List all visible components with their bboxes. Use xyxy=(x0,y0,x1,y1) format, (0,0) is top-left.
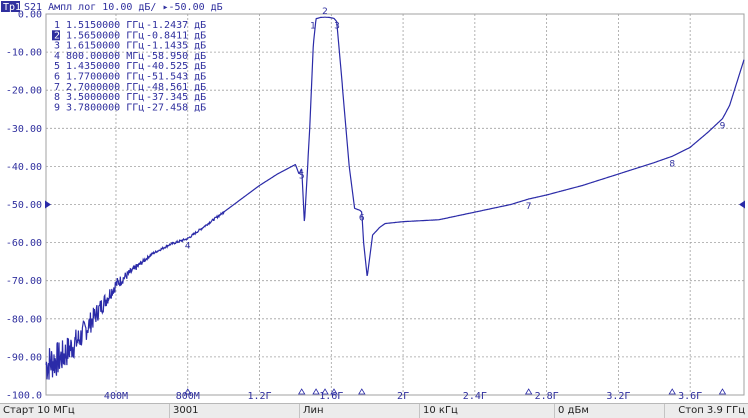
marker-label[interactable]: 2 xyxy=(322,7,328,17)
sweep-type[interactable]: Лин xyxy=(300,404,420,418)
y-tick-label: -30.00 xyxy=(6,124,42,135)
x-tick-label: 2Г xyxy=(397,391,409,402)
trace-tag[interactable]: Тр1 xyxy=(3,2,21,13)
ref-arrow-left-icon xyxy=(45,200,51,209)
x-tick-label: 2.8Г xyxy=(535,391,559,402)
status-bar: Старт 10 МГц 3001 Лин 10 кГц 0 дБм Стоп … xyxy=(0,403,748,418)
marker-value: -27.458 дБ xyxy=(146,102,206,113)
x-tick-label: 3.2Г xyxy=(606,391,630,402)
if-bandwidth[interactable]: 10 кГц xyxy=(420,404,555,418)
marker-triangle-icon xyxy=(524,388,533,395)
y-tick-label: -10.00 xyxy=(6,48,42,59)
start-frequency[interactable]: Старт 10 МГц xyxy=(0,404,170,418)
power-level[interactable]: 0 дБм xyxy=(555,404,665,418)
marker-triangle-icon xyxy=(312,388,320,395)
y-tick-label: -60.00 xyxy=(6,238,42,249)
marker-triangle-icon xyxy=(297,388,306,395)
x-tick-label: 2.4Г xyxy=(463,391,487,402)
y-tick-label: -20.00 xyxy=(6,86,42,97)
x-tick-label: 1.2Г xyxy=(247,391,271,402)
y-tick-label: -70.00 xyxy=(6,276,42,287)
y-tick-label: -100.0 xyxy=(6,391,42,402)
marker-label[interactable]: 6 xyxy=(359,213,365,223)
ref-arrow-right-icon xyxy=(739,200,745,209)
x-tick-label: 400М xyxy=(104,391,128,402)
y-axis-ticks: 0.00-10.00-20.00-30.00-40.00-50.00-60.00… xyxy=(6,10,42,402)
x-axis-ticks: 400М 800М 1.2Г 1.6Г 2Г 2.4Г 2.8Г 3.2Г 3.6Г xyxy=(104,391,702,402)
y-tick-label: -90.00 xyxy=(6,352,42,363)
marker-label[interactable]: 8 xyxy=(669,159,675,169)
x-tick-label: 800М xyxy=(176,391,200,402)
marker-triangle-icon xyxy=(718,388,727,395)
trace-info[interactable]: S21 Ампл лог 10.00 дБ/ ▸-50.00 дБ xyxy=(24,2,223,13)
marker-label[interactable]: 3 xyxy=(334,21,340,31)
marker-label[interactable]: 9 xyxy=(720,122,726,132)
ref-level-arrow-left xyxy=(45,200,51,209)
marker-table: 1 1.5150000 ГГц -1.2437 дБ2 1.5650000 ГГц -0… xyxy=(52,20,206,113)
header: Тр1 S21 Ампл лог 10.00 дБ/ ▸-50.00 дБ xyxy=(1,1,223,13)
stop-frequency[interactable]: Стоп 3.9 ГГц xyxy=(665,404,748,418)
x-tick-label: 3.6Г xyxy=(678,391,702,402)
y-tick-label: -80.00 xyxy=(6,314,42,325)
y-tick-label: -40.00 xyxy=(6,162,42,173)
marker-label[interactable]: 1 xyxy=(310,22,316,32)
trace-plot[interactable]: 0.00-10.00-20.00-30.00-40.00-50.00-60.00… xyxy=(0,0,748,403)
y-tick-label: -50.00 xyxy=(6,200,42,211)
marker-id: 9 xyxy=(54,102,60,113)
marker-label[interactable]: 7 xyxy=(526,202,532,212)
marker-triangle-icon xyxy=(358,388,366,395)
marker-frequency: 3.7800000 ГГц xyxy=(66,102,144,113)
marker-label[interactable]: 5 xyxy=(299,171,305,181)
marker-labels: 123 4 5 6 7 8 9 xyxy=(185,7,726,251)
points-count[interactable]: 3001 xyxy=(170,404,300,418)
marker-triangle-icon xyxy=(668,388,676,395)
marker-row[interactable]: 9 3.7800000 ГГц -27.458 дБ xyxy=(54,102,206,113)
marker-label[interactable]: 4 xyxy=(185,242,191,252)
ref-level-arrow-right xyxy=(739,200,745,209)
